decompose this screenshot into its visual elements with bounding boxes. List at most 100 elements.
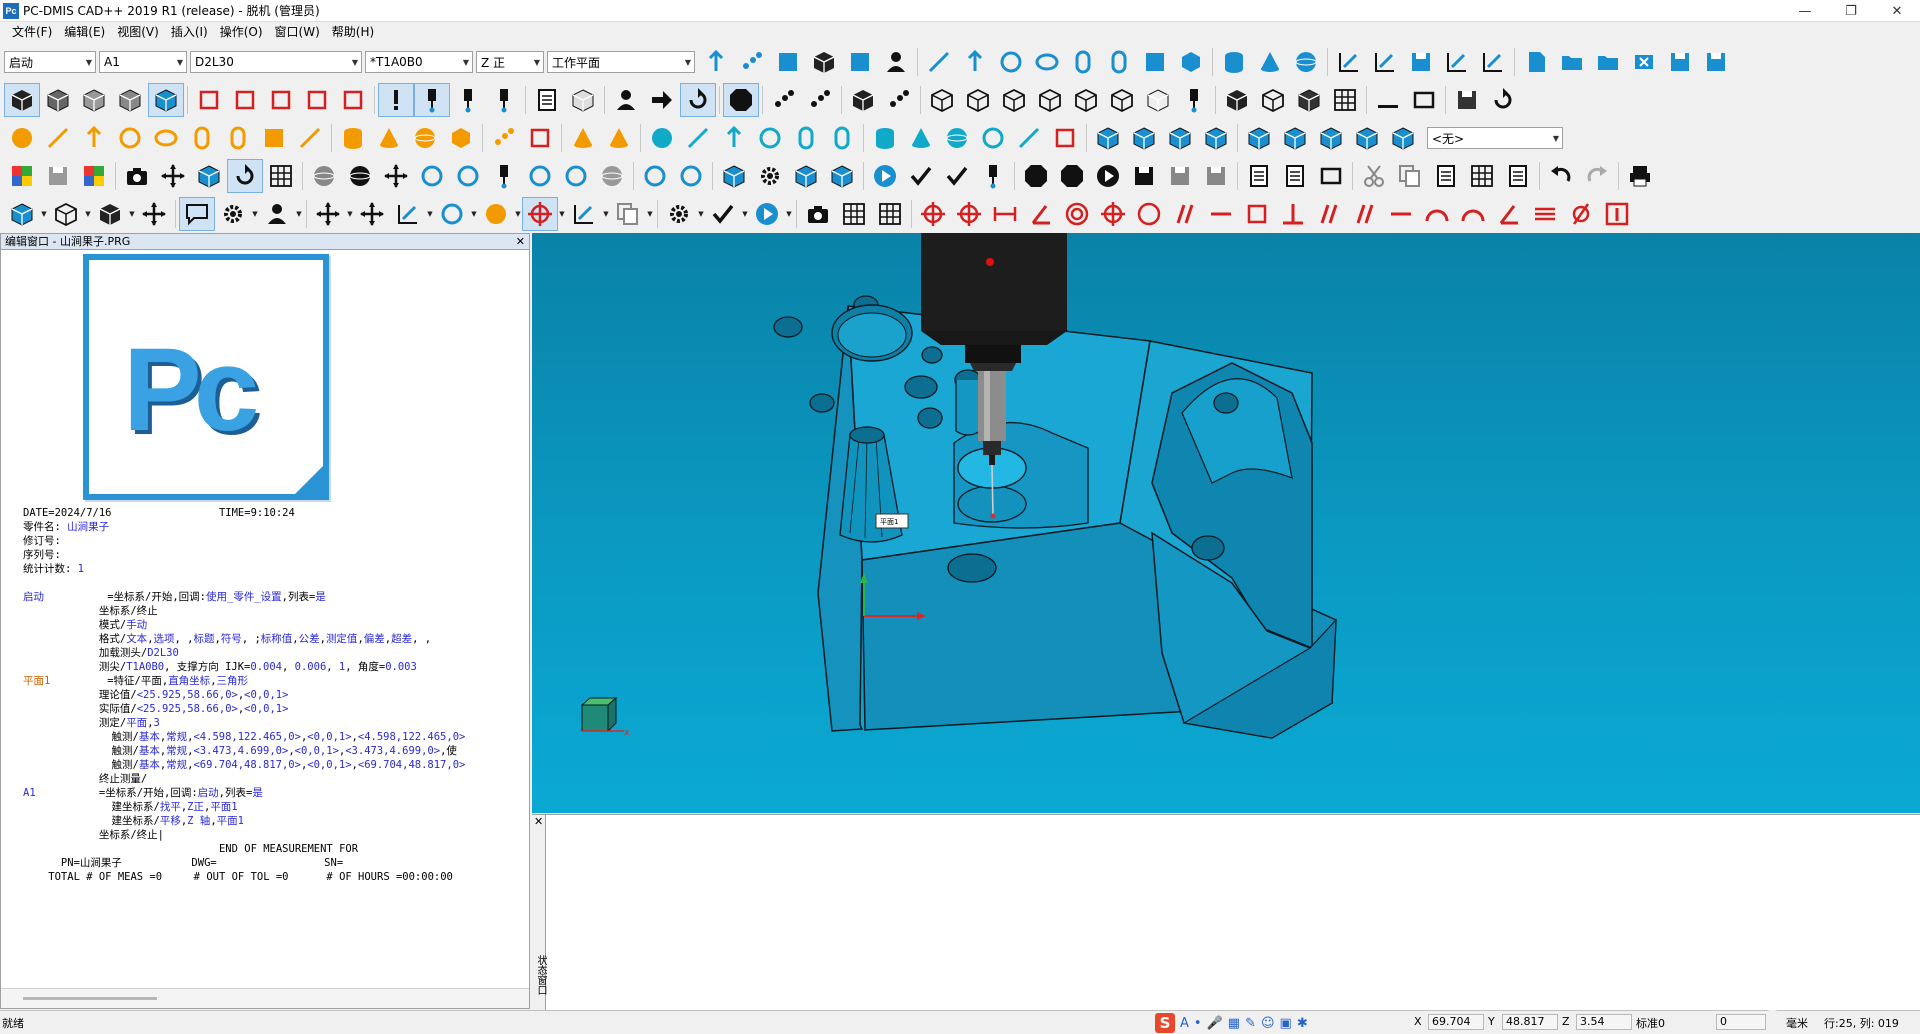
toolbar-probe-icon[interactable] — [414, 83, 450, 117]
toolbar-dots-icon[interactable] — [881, 83, 917, 117]
toolbar-save-icon[interactable] — [1126, 159, 1162, 193]
toolbar-redsq-icon[interactable] — [522, 121, 558, 155]
ime-toolbar[interactable]: S A • 🎤 ▦ ✎ ☺ ▣ ✱ — [1155, 1013, 1308, 1033]
toolbar-line-icon[interactable] — [680, 121, 716, 155]
toolbar-slot-icon[interactable] — [1101, 45, 1137, 79]
toolbar-doc-icon[interactable] — [1277, 159, 1313, 193]
alignment2-combo[interactable]: A1 ▼ — [99, 51, 187, 73]
toolbar-disc-icon[interactable] — [478, 197, 514, 231]
toolbar-cubeblk-icon[interactable] — [845, 83, 881, 117]
toolbar-redcross-icon[interactable] — [951, 197, 987, 231]
toolbar-cube-icon[interactable] — [1198, 121, 1234, 155]
toolbar-sphere-icon[interactable] — [939, 121, 975, 155]
toolbar-arrowup-icon[interactable] — [76, 121, 112, 155]
toolbar-redcross-icon[interactable] — [522, 197, 558, 231]
toolbar-redring-icon[interactable] — [1059, 197, 1095, 231]
toolbar-camera-icon[interactable] — [119, 159, 155, 193]
toolbar-check-icon[interactable] — [903, 159, 939, 193]
toolbar-doc-icon[interactable] — [529, 83, 565, 117]
toolbar-sphere-icon[interactable] — [594, 159, 630, 193]
toolbar-slot-icon[interactable] — [1065, 45, 1101, 79]
toolbar-circle-icon[interactable] — [522, 159, 558, 193]
toolbar-circle-icon[interactable] — [673, 159, 709, 193]
toolbar-wire-icon[interactable] — [48, 197, 84, 231]
toolbar-redphi-icon[interactable] — [1563, 197, 1599, 231]
cad-model-view[interactable]: 平面1 x — [532, 233, 1920, 813]
code-line[interactable]: 建坐标系/找平,Z正,平面1 — [23, 800, 528, 814]
toolbar-dropdown-arrow-icon[interactable]: ▼ — [785, 210, 793, 218]
toolbar-red1-icon[interactable] — [1599, 197, 1635, 231]
toolbar-circle-icon[interactable] — [637, 159, 673, 193]
toolbar-file-icon[interactable] — [1518, 45, 1554, 79]
toolbar-dots-icon[interactable] — [486, 121, 522, 155]
toolbar-wire-icon[interactable] — [996, 83, 1032, 117]
toolbar-circle-icon[interactable] — [434, 197, 470, 231]
edit-window-close-button[interactable]: ✕ — [516, 234, 525, 250]
toolbar-redo2-icon[interactable] — [1579, 159, 1615, 193]
toolbar-dropdown-arrow-icon[interactable]: ▼ — [558, 210, 566, 218]
toolbar-play-icon[interactable] — [867, 159, 903, 193]
toolbar-circle-icon[interactable] — [975, 121, 1011, 155]
toolbar-probe-icon[interactable] — [975, 159, 1011, 193]
toolbar-save-icon[interactable] — [1198, 159, 1234, 193]
toolbar-check-icon[interactable] — [705, 197, 741, 231]
toolbar-probe-icon[interactable] — [450, 83, 486, 117]
toolbar-circle-icon[interactable] — [112, 121, 148, 155]
toolbar-redline-icon[interactable] — [1383, 197, 1419, 231]
toolbar-wire-icon[interactable] — [1032, 83, 1068, 117]
toolbar-line-icon[interactable] — [921, 45, 957, 79]
toolbar-cone-icon[interactable] — [565, 121, 601, 155]
toolbar-save-icon[interactable] — [1403, 45, 1439, 79]
toolbar-dropdown-arrow-icon[interactable]: ▼ — [646, 210, 654, 218]
toolbar-dropdown-arrow-icon[interactable]: ▼ — [295, 210, 303, 218]
toolbar-dots-icon[interactable] — [734, 45, 770, 79]
toolbar-check-icon[interactable] — [939, 159, 975, 193]
code-line[interactable]: 修订号: — [23, 534, 528, 548]
toolbar-line-icon[interactable] — [1011, 121, 1047, 155]
toolbar-circle-icon[interactable] — [558, 159, 594, 193]
toolbar-cube-icon[interactable] — [112, 83, 148, 117]
toolbar-move-icon[interactable] — [155, 159, 191, 193]
menu-edit[interactable]: 编辑(E) — [58, 22, 111, 43]
code-line[interactable]: 测定/平面,3 — [23, 716, 528, 730]
toolbar-wire-icon[interactable] — [960, 83, 996, 117]
ime-apps-icon[interactable]: ▣ — [1280, 1016, 1292, 1031]
toolbar-move-icon[interactable] — [354, 197, 390, 231]
toolbar-save-icon[interactable] — [1698, 45, 1734, 79]
toolbar-dots-icon[interactable] — [802, 83, 838, 117]
toolbar-user-icon[interactable] — [878, 45, 914, 79]
toolbar-redsq-icon[interactable] — [335, 83, 371, 117]
toolbar-wire-icon[interactable] — [1104, 83, 1140, 117]
toolbar-disc-icon[interactable] — [4, 121, 40, 155]
code-line[interactable]: DATE=2024/7/16 TIME=9:10:24 — [23, 506, 528, 520]
toolbar-cube-icon[interactable] — [565, 83, 601, 117]
toolbar-grid-icon[interactable] — [263, 159, 299, 193]
toolbar-redsq-icon[interactable] — [227, 83, 263, 117]
toolbar-doc-icon[interactable] — [1500, 159, 1536, 193]
menu-operation[interactable]: 操作(O) — [214, 22, 269, 43]
toolbar-gear-icon[interactable] — [661, 197, 697, 231]
code-line[interactable]: 统计计数: 1 — [23, 562, 528, 576]
toolbar-cube-icon[interactable] — [1126, 121, 1162, 155]
toolbar-redline-icon[interactable] — [1203, 197, 1239, 231]
toolbar-probe-icon[interactable] — [486, 83, 522, 117]
toolbar-dropdown-arrow-icon[interactable]: ▼ — [514, 210, 522, 218]
toolbar-cube-icon[interactable] — [824, 159, 860, 193]
toolbar-ellipse-icon[interactable] — [1029, 45, 1065, 79]
toolbar-user-icon[interactable] — [608, 83, 644, 117]
toolbar-dropdown-arrow-icon[interactable]: ▼ — [40, 210, 48, 218]
menu-view[interactable]: 视图(V) — [111, 22, 165, 43]
code-line[interactable]: 启动 =坐标系/开始,回调:使用_零件_设置,列表=是 — [23, 590, 528, 604]
toolbar-dropdown-arrow-icon[interactable]: ▼ — [251, 210, 259, 218]
toolbar-sphere-icon[interactable] — [342, 159, 378, 193]
toolbar-wire-icon[interactable] — [1255, 83, 1291, 117]
toolbar-cubeblk-icon[interactable] — [4, 83, 40, 117]
toolbar-dropdown-arrow-icon[interactable]: ▼ — [741, 210, 749, 218]
toolbar-dropdown-arrow-icon[interactable]: ▼ — [470, 210, 478, 218]
toolbar-bracket-icon[interactable] — [1331, 45, 1367, 79]
toolbar-redsq-icon[interactable] — [191, 83, 227, 117]
toolbar-bracket-icon[interactable] — [1439, 45, 1475, 79]
code-line[interactable]: 序列号: — [23, 548, 528, 562]
toolbar-redo-icon[interactable] — [227, 159, 263, 193]
code-line[interactable]: 坐标系/终止| — [23, 828, 528, 842]
